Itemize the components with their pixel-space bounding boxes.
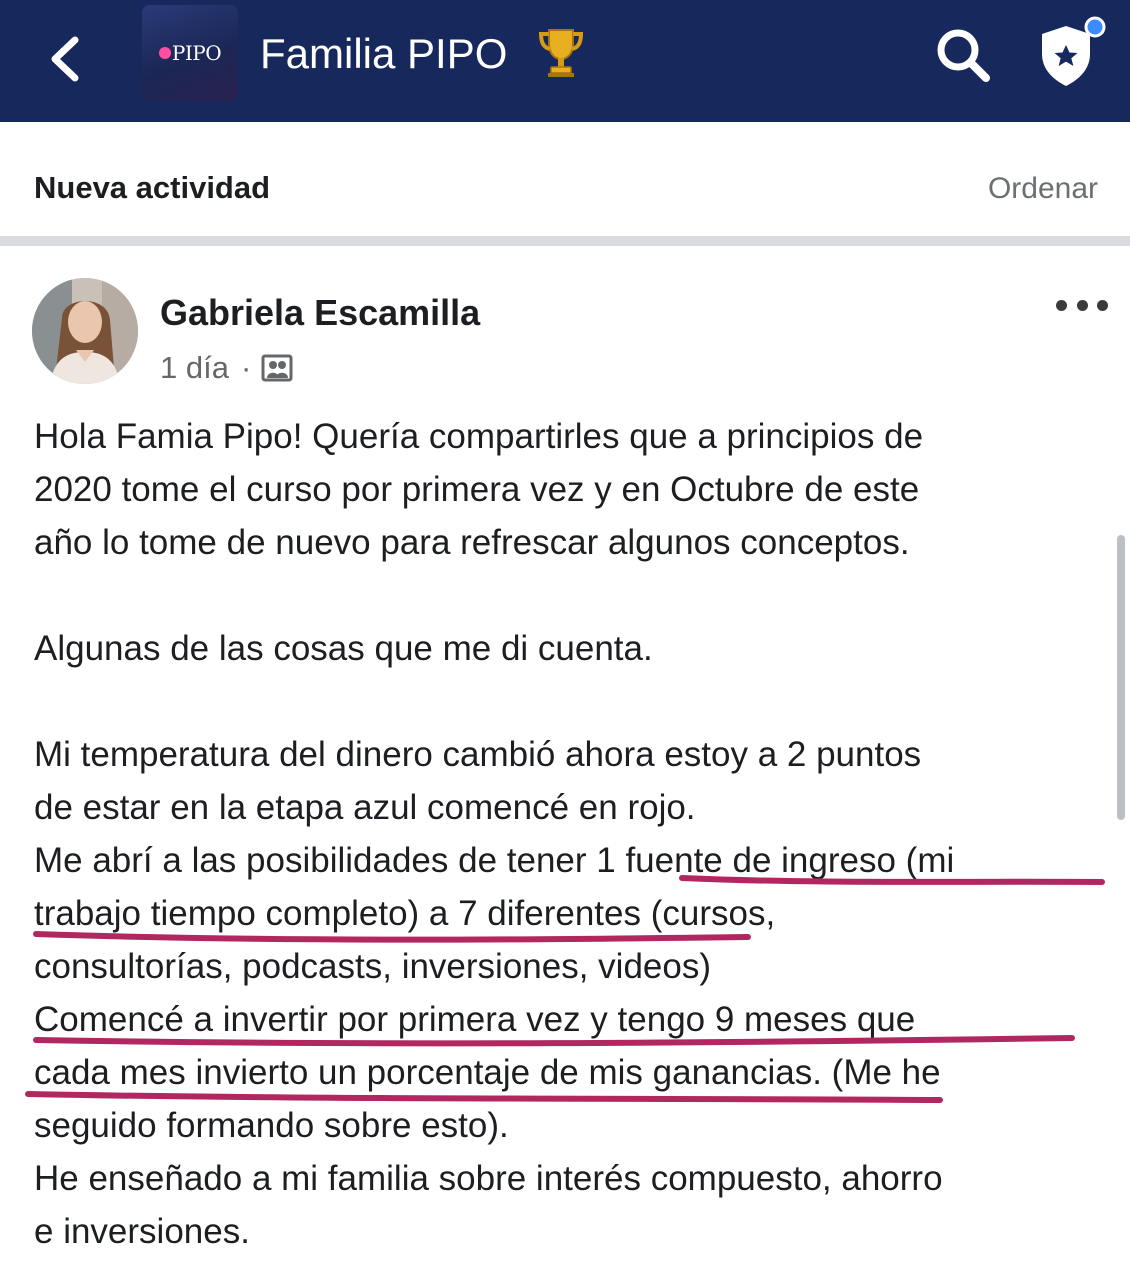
author-avatar[interactable] (32, 278, 138, 384)
sort-button[interactable]: Ordenar (988, 172, 1098, 206)
search-icon (937, 29, 990, 82)
author-name[interactable]: Gabriela Escamilla (160, 292, 480, 334)
post-line: Comencé a invertir por primera vez y ten… (34, 1000, 916, 1039)
scrollbar[interactable] (1117, 535, 1125, 820)
post-line: de estar en la etapa azul comencé en roj… (34, 788, 696, 827)
post-line: Mi temperatura del dinero cambió ahora e… (34, 735, 922, 774)
section-title: Nueva actividad (34, 170, 271, 205)
post-line: Me abrí a las posibilidades de tener 1 f… (34, 841, 955, 880)
group-logo: PIPO (142, 41, 238, 65)
post-line: trabajo tiempo completo) a 7 diferentes … (34, 894, 776, 933)
post-line: e inversiones. (34, 1212, 250, 1251)
back-button[interactable] (30, 24, 100, 94)
post-time[interactable]: 1 día (160, 350, 229, 386)
section-divider (0, 236, 1130, 246)
group-avatar[interactable]: PIPO (142, 5, 238, 101)
post-line: consultorías, podcasts, inversiones, vid… (34, 947, 711, 986)
post-line: seguido formando sobre esto). (34, 1106, 509, 1145)
feed-subheader: Nueva actividad Ordenar (0, 122, 1130, 236)
search-button[interactable] (930, 22, 996, 88)
trophy-icon (538, 29, 584, 77)
group-members-icon (261, 354, 293, 382)
chevron-left-icon (51, 36, 79, 82)
meta-separator: · (240, 350, 252, 385)
app-screen: PIPO Familia PIPO Nueva actividad Ordena… (0, 0, 1130, 1280)
post-line: Algunas de las cosas que me di cuenta. (34, 629, 653, 668)
post-line: cada mes invierto un porcentaje de mis g… (34, 1053, 941, 1092)
post-line: año lo tome de nuevo para refrescar algu… (34, 523, 910, 562)
group-title[interactable]: Familia PIPO (260, 26, 507, 82)
top-navigation-bar: PIPO Familia PIPO (0, 0, 1130, 122)
admin-tools-button[interactable] (1034, 14, 1108, 94)
more-horizontal-icon (1056, 299, 1067, 311)
post-line: He enseñado a mi familia sobre interés c… (34, 1159, 943, 1198)
avatar-photo (32, 278, 138, 384)
more-options-button[interactable] (1056, 290, 1108, 320)
more-dot (1076, 299, 1088, 311)
post-line: Hola Famia Pipo! Quería compartirles que… (34, 417, 924, 456)
post-text: Hola Famia Pipo! Quería compartirles que… (34, 410, 1114, 1258)
shield-star-icon (1042, 16, 1106, 86)
post-meta: 1 día · (160, 348, 293, 388)
post-line: 2020 tome el curso por primera vez y en … (34, 470, 920, 509)
more-dot (1097, 299, 1108, 311)
